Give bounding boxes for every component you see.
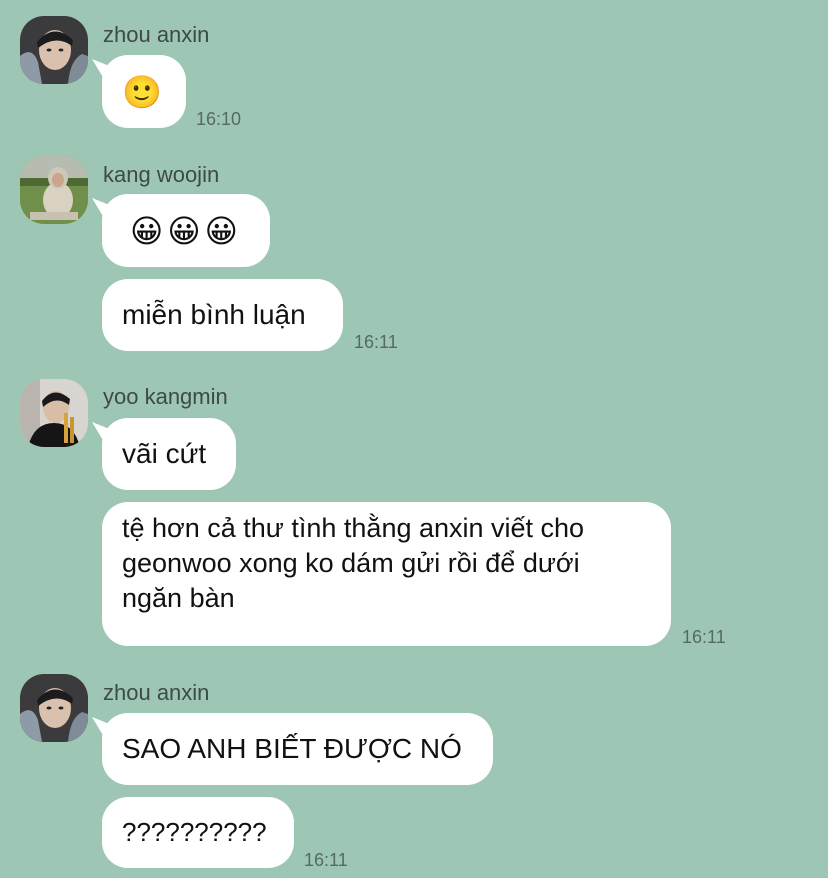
timestamp: 16:11 [682,627,726,647]
message-bubble[interactable]: SAO ANH BIẾT ĐƯỢC NÓ [102,713,493,785]
avatar-zhou-anxin[interactable] [20,674,88,742]
message-bubble[interactable]: 😀😀😀 [102,194,270,267]
message-text: vãi cứt [122,438,207,469]
message-bubble[interactable]: ?????????? [102,797,294,868]
message-bubble[interactable]: vãi cứt [102,418,236,490]
sender-name: yoo kangmin [103,384,228,409]
sender-name: zhou anxin [103,22,210,47]
avatar-yoo-kangmin[interactable] [20,379,88,447]
avatar-kang-woojin[interactable] [20,156,88,224]
message-bubble[interactable]: 🙂 [102,55,186,128]
message-text: ?????????? [122,817,267,847]
message-text: SAO ANH BIẾT ĐƯỢC NÓ [122,733,462,764]
emoji-text: 🙂 [122,72,166,111]
message-text: tệ hơn cả thư tình thằng anxin viết cho … [122,513,585,613]
avatar-zhou-anxin[interactable] [20,16,88,84]
emoji-text: 😀😀😀 [129,211,243,250]
message-text: miễn bình luận [122,299,306,330]
timestamp: 16:10 [196,109,242,129]
message-bubble[interactable]: tệ hơn cả thư tình thằng anxin viết cho … [102,502,671,646]
timestamp: 16:11 [304,850,348,870]
message-bubble[interactable]: miễn bình luận [102,279,343,351]
sender-name: kang woojin [103,162,220,187]
timestamp: 16:11 [354,332,398,352]
sender-name: zhou anxin [103,680,210,705]
